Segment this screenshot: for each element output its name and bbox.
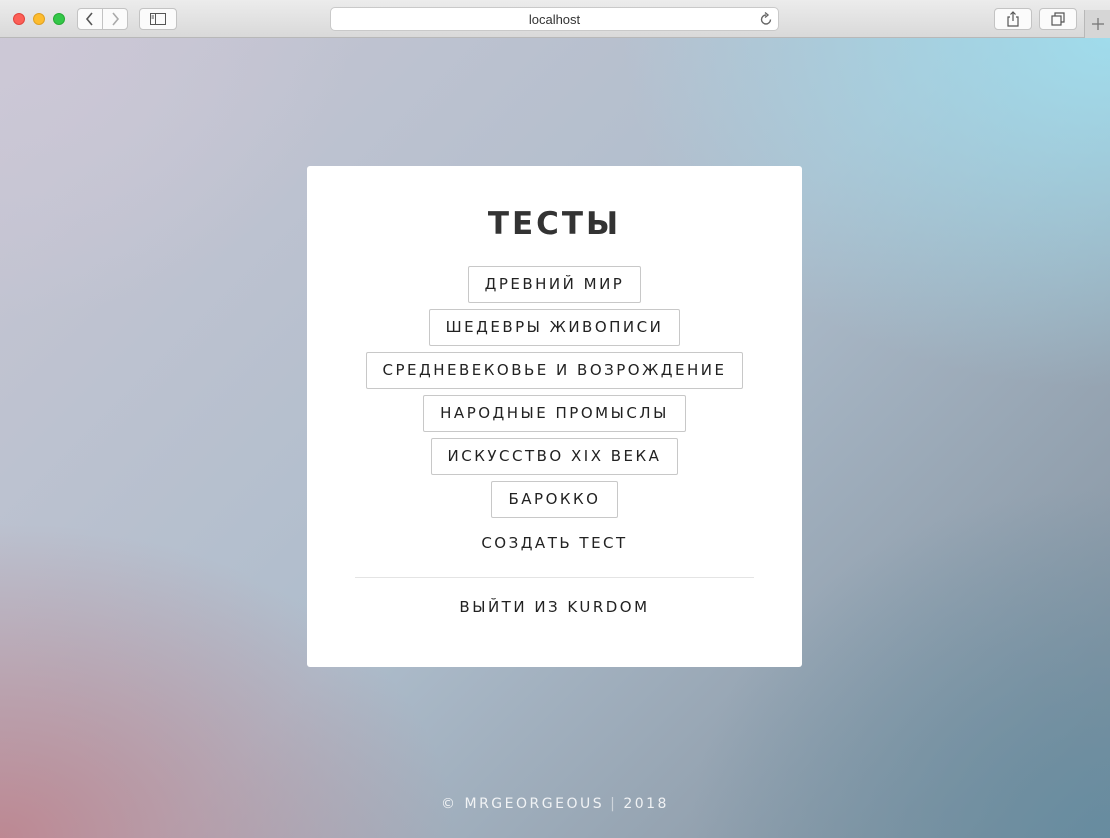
test-button-baroque[interactable]: БАРОККО	[491, 481, 618, 518]
window-close-button[interactable]	[13, 13, 25, 25]
tests-card: ТЕСТЫ ДРЕВНИЙ МИР ШЕДЕВРЫ ЖИВОПИСИ СРЕДН…	[307, 166, 802, 667]
window-minimize-button[interactable]	[33, 13, 45, 25]
footer-copyright: © MRGEORGEOUS	[441, 796, 605, 812]
forward-button[interactable]	[102, 8, 128, 30]
new-tab-button[interactable]	[1084, 10, 1110, 38]
tabs-overview-button[interactable]	[1039, 8, 1077, 30]
address-bar[interactable]: localhost	[330, 7, 779, 31]
chevron-left-icon	[85, 12, 93, 26]
create-test-link[interactable]: СОЗДАТЬ ТЕСТ	[307, 534, 802, 552]
test-button-middle-ages-renaissance[interactable]: СРЕДНЕВЕКОВЬЕ И ВОЗРОЖДЕНИЕ	[365, 352, 744, 389]
test-list: ДРЕВНИЙ МИР ШЕДЕВРЫ ЖИВОПИСИ СРЕДНЕВЕКОВ…	[307, 266, 802, 524]
url-text: localhost	[528, 12, 581, 27]
chevron-right-icon	[112, 12, 120, 26]
window-maximize-button[interactable]	[53, 13, 65, 25]
page-background: ТЕСТЫ ДРЕВНИЙ МИР ШЕДЕВРЫ ЖИВОПИСИ СРЕДН…	[0, 38, 1110, 838]
footer: © MRGEORGEOUS | 2018	[0, 796, 1110, 812]
divider	[355, 577, 754, 578]
sidebar-button[interactable]	[139, 8, 177, 30]
test-button-painting-masterpieces[interactable]: ШЕДЕВРЫ ЖИВОПИСИ	[428, 309, 681, 346]
tabs-overview-icon	[1051, 12, 1065, 26]
browser-toolbar: localhost	[0, 0, 1110, 38]
share-button[interactable]	[994, 8, 1032, 30]
footer-separator: |	[610, 796, 618, 812]
page-title: ТЕСТЫ	[487, 206, 622, 242]
test-button-19th-century-art[interactable]: ИСКУССТВО XIX ВЕКА	[430, 438, 679, 475]
sidebar-icon	[150, 13, 166, 25]
logout-link[interactable]: ВЫЙТИ ИЗ KURDOM	[307, 598, 802, 616]
plus-icon	[1091, 18, 1104, 30]
footer-year: 2018	[623, 796, 669, 812]
back-button[interactable]	[77, 8, 103, 30]
reload-icon[interactable]	[759, 11, 773, 27]
test-button-folk-crafts[interactable]: НАРОДНЫЕ ПРОМЫСЛЫ	[423, 395, 686, 432]
test-button-ancient-world[interactable]: ДРЕВНИЙ МИР	[467, 266, 642, 303]
share-icon	[1007, 11, 1019, 27]
